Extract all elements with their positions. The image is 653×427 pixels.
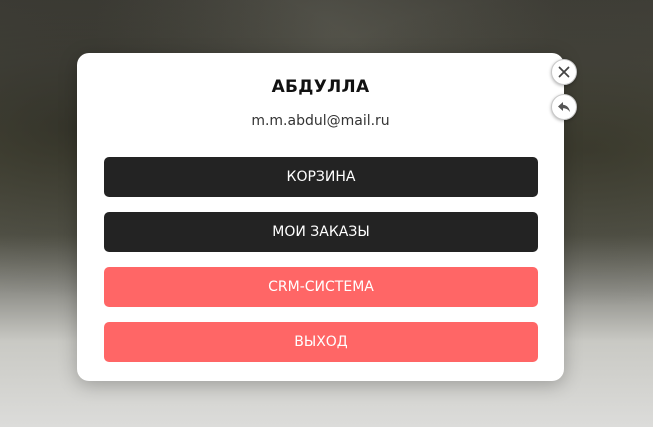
reply-arrow-icon (557, 101, 571, 113)
cart-button[interactable]: КОРЗИНА (104, 157, 538, 197)
close-button[interactable] (551, 59, 577, 85)
back-button[interactable] (551, 94, 577, 120)
profile-modal: АБДУЛЛА m.m.abdul@mail.ru КОРЗИНА МОИ ЗА… (77, 53, 564, 381)
user-name: АБДУЛЛА (271, 77, 370, 97)
my-orders-button[interactable]: МОИ ЗАКАЗЫ (104, 212, 538, 252)
logout-button[interactable]: ВЫХОД (104, 322, 538, 362)
crm-system-button[interactable]: CRM-СИСТЕМА (104, 267, 538, 307)
user-email: m.m.abdul@mail.ru (251, 113, 390, 129)
close-icon (558, 66, 570, 78)
